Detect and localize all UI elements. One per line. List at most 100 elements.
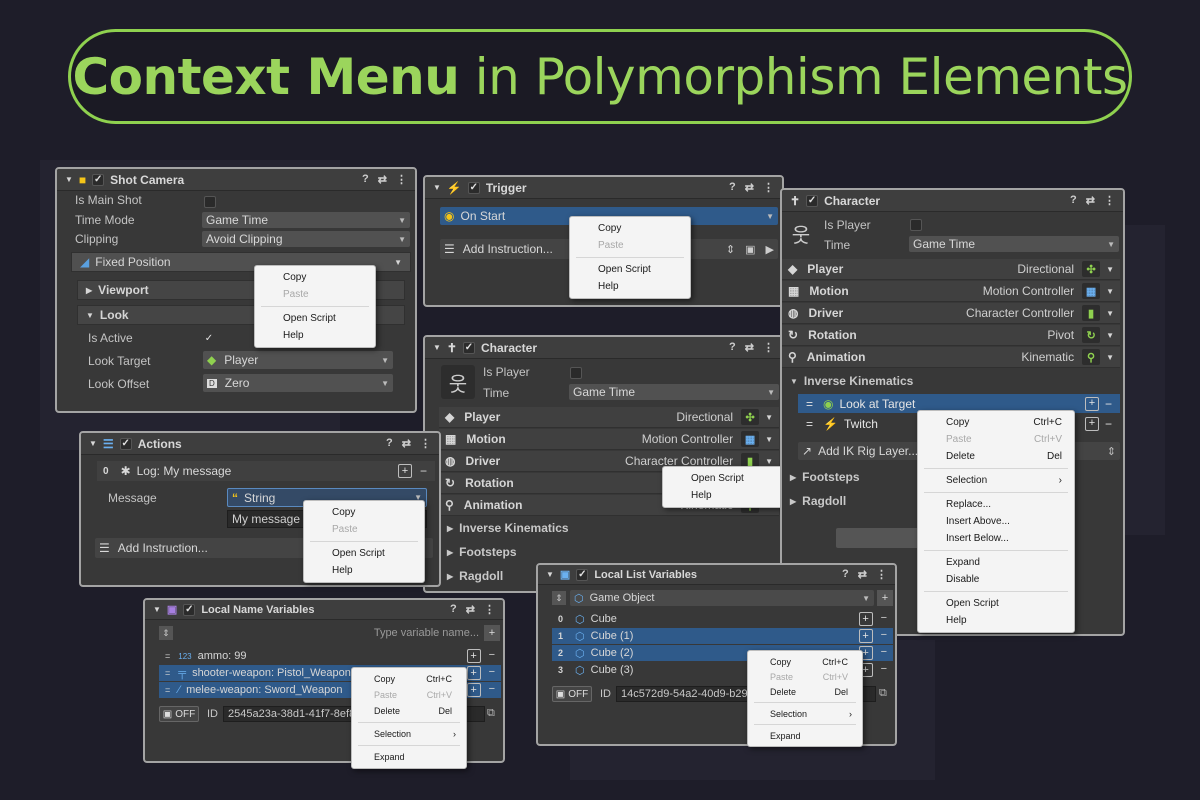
log-instruction-row[interactable]: 0 ✱ Log: My message + −	[97, 461, 435, 481]
menu-help[interactable]: Help	[918, 612, 1074, 629]
variable-row[interactable]: = 123 ammo: 99 + −	[159, 648, 501, 664]
menu-paste[interactable]: Paste	[255, 286, 375, 303]
menu-help[interactable]: Help	[304, 562, 424, 579]
menu-copy[interactable]: Copy Ctrl+C	[352, 671, 466, 687]
variable-name-input[interactable]: Type variable name...	[177, 625, 483, 641]
enabled-checkbox[interactable]: ✓	[462, 341, 475, 354]
menu-selection[interactable]: Selection ›	[748, 706, 862, 721]
help-icon[interactable]: ?	[362, 173, 369, 186]
is-active-checkbox[interactable]: ✓	[203, 333, 215, 345]
ragdoll-section[interactable]: ▶ Ragdoll	[447, 569, 503, 583]
list-item[interactable]: 1 ⬡ Cube (1) + −	[552, 628, 893, 644]
enabled-checkbox[interactable]: ✓	[183, 603, 196, 616]
is-player-checkbox[interactable]	[910, 219, 922, 231]
menu-open-script[interactable]: Open Script	[304, 545, 424, 562]
more-icon[interactable]: ⋮	[396, 173, 407, 186]
menu-expand[interactable]: Expand	[748, 728, 862, 743]
paste-icon[interactable]: ▣	[745, 243, 755, 256]
menu-help[interactable]: Help	[663, 487, 783, 504]
is-player-checkbox[interactable]	[570, 367, 582, 379]
remove-icon[interactable]: −	[489, 666, 495, 680]
player-row[interactable]: ◆ Player Directional ✣ ▼	[439, 407, 779, 428]
help-icon[interactable]: ?	[450, 603, 457, 616]
motion-row[interactable]: ▦ Motion Motion Controller ▦ ▼	[439, 429, 779, 450]
menu-paste[interactable]: Paste Ctrl+V	[918, 431, 1074, 448]
menu-insert-below[interactable]: Insert Below...	[918, 530, 1074, 547]
collapse-all-icon[interactable]: ⇕	[1107, 445, 1116, 458]
add-item-button[interactable]: +	[877, 590, 893, 606]
more-icon[interactable]: ⋮	[484, 603, 495, 616]
drag-handle-icon[interactable]: =	[165, 685, 170, 695]
off-toggle[interactable]: ▣ OFF	[159, 706, 199, 722]
clipping-dropdown[interactable]: Avoid Clipping ▼	[202, 231, 410, 247]
help-icon[interactable]: ?	[729, 341, 736, 354]
remove-icon[interactable]: −	[881, 646, 887, 660]
more-icon[interactable]: ⋮	[763, 181, 774, 194]
enabled-checkbox[interactable]: ✓	[576, 568, 589, 581]
settings-icon[interactable]: ⇄	[745, 181, 754, 194]
menu-insert-above[interactable]: Insert Above...	[918, 513, 1074, 530]
collapse-icon[interactable]: ▼	[546, 570, 554, 579]
copy-icon[interactable]: ⧉	[487, 707, 495, 720]
more-icon[interactable]: ⋮	[1104, 194, 1115, 207]
collapse-icon[interactable]: ▼	[433, 343, 441, 352]
inverse-kinematics-section[interactable]: ▼ Inverse Kinematics	[790, 374, 913, 388]
menu-delete[interactable]: Delete Del	[748, 684, 862, 699]
more-icon[interactable]: ⋮	[876, 568, 887, 581]
collapse-icon[interactable]: ▼	[89, 439, 97, 448]
menu-expand[interactable]: Expand	[352, 749, 466, 765]
menu-paste[interactable]: Paste Ctrl+V	[748, 669, 862, 684]
copy-icon[interactable]: ⧉	[879, 687, 887, 700]
remove-icon[interactable]: −	[881, 612, 887, 626]
expand-icon[interactable]: +	[397, 464, 412, 478]
menu-delete[interactable]: Delete Del	[918, 448, 1074, 465]
remove-icon[interactable]: −	[881, 629, 887, 643]
drag-handle-icon[interactable]: =	[806, 397, 813, 411]
menu-help[interactable]: Help	[570, 278, 690, 295]
menu-open-script[interactable]: Open Script	[918, 595, 1074, 612]
menu-open-script[interactable]: Open Script	[663, 470, 783, 487]
ragdoll-section[interactable]: ▶ Ragdoll	[790, 494, 846, 508]
footsteps-section[interactable]: ▶ Footsteps	[447, 545, 517, 559]
settings-icon[interactable]: ⇄	[402, 437, 411, 450]
footsteps-section[interactable]: ▶ Footsteps	[790, 470, 860, 484]
help-icon[interactable]: ?	[729, 181, 736, 194]
menu-open-script[interactable]: Open Script	[255, 310, 375, 327]
collapse-all-icon[interactable]: ⇕	[726, 243, 735, 256]
expand-icon[interactable]: +	[1084, 396, 1099, 411]
menu-selection[interactable]: Selection ›	[918, 472, 1074, 489]
remove-icon[interactable]: −	[881, 663, 887, 677]
more-icon[interactable]: ⋮	[763, 341, 774, 354]
expand-icon[interactable]: +	[466, 683, 481, 697]
menu-paste[interactable]: Paste	[304, 521, 424, 538]
menu-copy[interactable]: Copy	[255, 269, 375, 286]
collapse-icon[interactable]: ▼	[153, 605, 161, 614]
settings-icon[interactable]: ⇄	[466, 603, 475, 616]
expand-icon[interactable]: +	[1084, 416, 1099, 431]
enabled-checkbox[interactable]: ✓	[806, 194, 819, 207]
time-dropdown[interactable]: Game Time ▼	[909, 236, 1119, 252]
enabled-checkbox[interactable]: ✓	[119, 437, 132, 450]
animation-row[interactable]: ⚲ Animation Kinematic ⚲ ▼	[782, 347, 1120, 368]
menu-copy[interactable]: Copy Ctrl+C	[748, 654, 862, 669]
menu-replace[interactable]: Replace...	[918, 496, 1074, 513]
collapse-icon[interactable]: ▼	[433, 183, 441, 192]
collapse-all-icon[interactable]: ⇕	[159, 626, 173, 640]
menu-expand[interactable]: Expand	[918, 554, 1074, 571]
player-row[interactable]: ◆ Player Directional ✣ ▼	[782, 259, 1120, 280]
expand-icon[interactable]: +	[858, 612, 873, 626]
rotation-row[interactable]: ↻ Rotation Pivot ↻ ▼	[782, 325, 1120, 346]
menu-paste[interactable]: Paste	[570, 237, 690, 254]
expand-icon[interactable]: +	[466, 649, 481, 663]
collapse-all-icon[interactable]: ⇕	[552, 591, 566, 605]
menu-copy[interactable]: Copy Ctrl+C	[918, 414, 1074, 431]
remove-icon[interactable]: −	[1105, 397, 1112, 411]
time-dropdown[interactable]: Game Time ▼	[569, 384, 779, 400]
help-icon[interactable]: ?	[386, 437, 393, 450]
help-icon[interactable]: ?	[1070, 194, 1077, 207]
settings-icon[interactable]: ⇄	[378, 173, 387, 186]
remove-icon[interactable]: −	[489, 683, 495, 697]
enabled-checkbox[interactable]: ✓	[92, 173, 105, 186]
inverse-kinematics-section[interactable]: ▶ Inverse Kinematics	[447, 521, 569, 535]
menu-delete[interactable]: Delete Del	[352, 703, 466, 719]
